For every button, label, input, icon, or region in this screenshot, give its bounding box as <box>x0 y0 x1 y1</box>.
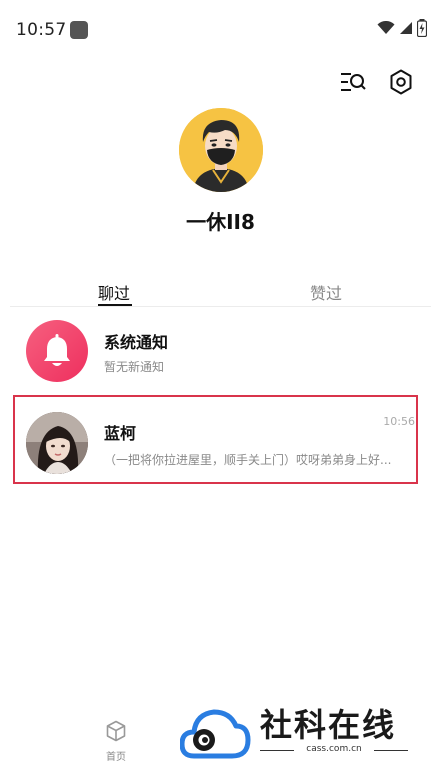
tab-chatted[interactable]: 聊过 <box>98 280 130 304</box>
nav-home-label: 首页 <box>106 752 126 763</box>
list-item-chat-lanke[interactable]: 蓝柯 （一把将你拉进屋里，顺手关上门）哎呀弟弟身上好... 10:56 <box>0 398 441 482</box>
chat-name: 系统通知 <box>104 333 169 352</box>
tab-bar: 聊过 赞过 <box>10 276 431 307</box>
list-item-system-notification[interactable]: 系统通知 暂无新通知 <box>0 310 441 394</box>
home-cube-icon <box>106 720 126 742</box>
wifi-icon <box>377 21 395 34</box>
signal-icon <box>400 22 412 34</box>
watermark-title: 社科在线 <box>260 706 397 744</box>
system-notification-avatar <box>26 320 88 382</box>
settings-icon <box>390 69 412 95</box>
tab-liked[interactable]: 赞过 <box>310 280 342 304</box>
search-list-icon <box>341 73 366 91</box>
profile-screen: 10:57 一休II8 聊过 赞过 系统通知 暂无新通知 蓝柯 （一把将你拉进屋… <box>0 0 441 784</box>
chat-name: 蓝柯 <box>104 424 137 443</box>
girl-avatar-image <box>26 412 88 474</box>
status-time: 10:57 <box>16 20 67 40</box>
settings-button[interactable] <box>387 68 415 96</box>
character-avatar <box>26 412 88 474</box>
bell-icon <box>44 334 70 366</box>
user-avatar[interactable] <box>179 108 263 192</box>
watermark: 社科在线 cass.com.cn <box>180 700 420 770</box>
nav-home-button[interactable]: 首页 <box>96 720 136 763</box>
cloud-eye-logo <box>180 709 251 759</box>
status-bar: 10:57 <box>0 0 441 60</box>
chat-preview: （一把将你拉进屋里，顺手关上门）哎呀弟弟身上好... <box>104 453 392 467</box>
masked-boy-avatar <box>179 108 263 192</box>
chat-time: 10:56 <box>383 415 415 428</box>
header-actions <box>339 68 415 96</box>
tab-active-indicator <box>98 304 132 306</box>
battery-icon <box>417 19 427 37</box>
search-list-button[interactable] <box>339 68 367 96</box>
status-icons <box>377 19 427 37</box>
watermark-subtitle: cass.com.cn <box>260 744 408 754</box>
app-notification-icon <box>70 21 88 39</box>
chat-preview: 暂无新通知 <box>104 360 165 374</box>
username: 一休II8 <box>186 210 255 234</box>
